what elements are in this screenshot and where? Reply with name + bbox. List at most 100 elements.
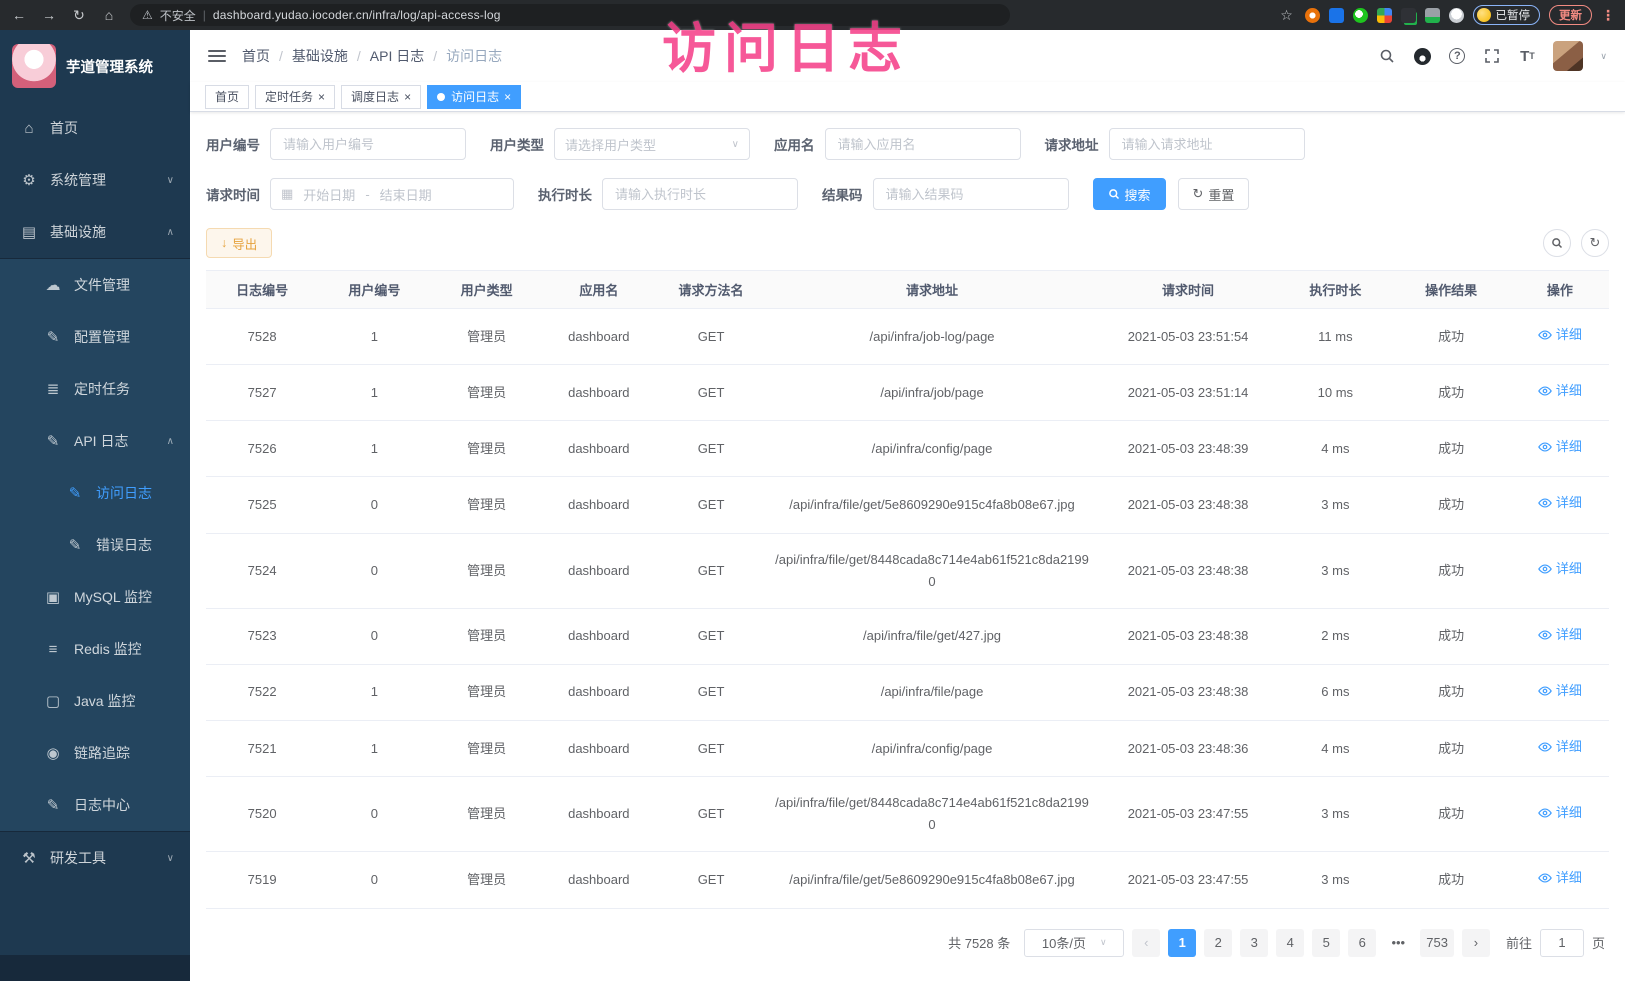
page-button[interactable]: 3 [1240, 929, 1268, 957]
export-button[interactable]: ↓ 导出 [206, 228, 272, 258]
tab-schedule-log[interactable]: 调度日志 × [341, 85, 421, 109]
sidebar-item-redis-monitor[interactable]: ≡ Redis 监控 [0, 623, 190, 675]
address-bar[interactable]: ⚠ 不安全 | dashboard.yudao.iocoder.cn/infra… [130, 4, 1010, 26]
breadcrumb-item[interactable]: 首页 [242, 46, 270, 66]
app-name-cell: dashboard [543, 309, 655, 365]
back-icon[interactable]: ← [10, 7, 28, 23]
page-button[interactable]: 4 [1276, 929, 1304, 957]
app-name-input[interactable] [825, 128, 1021, 160]
paused-badge[interactable]: 已暂停 [1473, 5, 1541, 25]
request-url-input[interactable] [1109, 128, 1305, 160]
close-icon[interactable]: × [504, 91, 511, 103]
page-button[interactable]: 5 [1312, 929, 1340, 957]
bookmark-star-icon[interactable]: ☆ [1278, 7, 1296, 24]
sidebar-item-error-log[interactable]: ✎ 错误日志 [0, 519, 190, 571]
github-icon[interactable] [1413, 47, 1431, 65]
close-icon[interactable]: × [404, 91, 411, 103]
close-icon[interactable]: × [318, 91, 325, 103]
detail-link[interactable]: 详细 [1538, 380, 1582, 402]
calendar-icon: ▦ [281, 186, 293, 202]
duration-cell: 4 ms [1279, 421, 1391, 477]
search-button[interactable]: 搜索 [1093, 178, 1166, 210]
sidebar-item-system[interactable]: ⚙ 系统管理 ∨ [0, 154, 190, 206]
sidebar-item-log-center[interactable]: ✎ 日志中心 [0, 779, 190, 831]
sidebar-item-label: 首页 [50, 118, 78, 138]
extension-icon[interactable] [1305, 8, 1320, 23]
sidebar-item-trace[interactable]: ◉ 链路追踪 [0, 727, 190, 779]
detail-link[interactable]: 详细 [1538, 324, 1582, 346]
user-type-select[interactable]: 请选择用户类型 ∨ [554, 128, 750, 160]
page-button[interactable]: 753 [1420, 929, 1454, 957]
result-code-input[interactable] [873, 178, 1069, 210]
sidebar-item-api-log[interactable]: ✎ API 日志 ∧ [0, 415, 190, 467]
page-button[interactable]: 6 [1348, 929, 1376, 957]
security-label[interactable]: 不安全 [160, 7, 196, 24]
breadcrumb-item[interactable]: API 日志 [370, 46, 424, 66]
update-button[interactable]: 更新 [1549, 5, 1592, 25]
detail-link[interactable]: 详细 [1538, 802, 1582, 824]
sidebar-item-label: 定时任务 [74, 379, 130, 399]
user-id-input[interactable] [270, 128, 466, 160]
result-cell: 成功 [1391, 421, 1510, 477]
sidebar-item-home[interactable]: ⌂ 首页 [0, 102, 190, 154]
forward-icon[interactable]: → [40, 7, 58, 23]
detail-link[interactable]: 详细 [1538, 436, 1582, 458]
url-text[interactable]: dashboard.yudao.iocoder.cn/infra/log/api… [213, 8, 501, 22]
sidebar-item-config-manage[interactable]: ✎ 配置管理 [0, 311, 190, 363]
search-icon [1551, 237, 1563, 249]
tab-home[interactable]: 首页 [205, 85, 249, 109]
reload-icon[interactable]: ↻ [70, 7, 88, 24]
extension-icon[interactable] [1401, 8, 1416, 23]
search-icon[interactable] [1378, 47, 1396, 65]
avatar[interactable] [1553, 41, 1583, 71]
detail-link[interactable]: 详细 [1538, 680, 1582, 702]
sidebar-item-mysql-monitor[interactable]: ▣ MySQL 监控 [0, 571, 190, 623]
date-range-picker[interactable]: ▦ 开始日期 - 结束日期 [270, 178, 514, 210]
col-duration: 执行时长 [1279, 271, 1391, 309]
tab-scheduled-jobs[interactable]: 定时任务 × [255, 85, 335, 109]
extension-icon[interactable] [1377, 8, 1392, 23]
help-icon[interactable]: ? [1448, 47, 1466, 65]
extension-icon[interactable] [1449, 8, 1464, 23]
extension-icon[interactable] [1353, 8, 1368, 23]
detail-link[interactable]: 详细 [1538, 492, 1582, 514]
hamburger-icon[interactable] [208, 50, 226, 62]
toggle-search-button[interactable] [1543, 229, 1571, 257]
extension-icon[interactable] [1425, 8, 1440, 23]
refresh-button[interactable]: ↻ [1581, 229, 1609, 257]
tab-access-log[interactable]: 访问日志 × [427, 85, 521, 109]
chevron-down-icon[interactable]: ∨ [1600, 51, 1607, 62]
result-code-label: 结果码 [822, 184, 863, 204]
browser-extensions-area: ☆ 已暂停 更新 ⋮ [1278, 5, 1616, 25]
duration-input[interactable] [602, 178, 798, 210]
font-size-icon[interactable]: TT [1518, 47, 1536, 65]
sidebar-item-dev-tools[interactable]: ⚒ 研发工具 ∨ [0, 832, 190, 884]
sidebar-item-access-log[interactable]: ✎ 访问日志 [0, 467, 190, 519]
prev-page-button[interactable]: ‹ [1132, 929, 1160, 957]
sidebar-item-file-manage[interactable]: ☁ 文件管理 [0, 259, 190, 311]
sidebar-item-infrastructure[interactable]: ▤ 基础设施 ∧ [0, 206, 190, 258]
detail-link[interactable]: 详细 [1538, 867, 1582, 889]
fullscreen-icon[interactable] [1483, 47, 1501, 65]
more-pages-icon[interactable]: ••• [1384, 929, 1412, 957]
page-button[interactable]: 2 [1204, 929, 1232, 957]
next-page-button[interactable]: › [1462, 929, 1490, 957]
goto-page-input[interactable] [1540, 929, 1584, 957]
eye-icon [1538, 384, 1552, 398]
browser-home-icon[interactable]: ⌂ [100, 7, 118, 23]
extension-icon[interactable] [1329, 8, 1344, 23]
pagination: 共 7528 条 10条/页 ∨ ‹ 1 2 3 4 5 6 ••• 753 ›… [206, 929, 1605, 957]
page-button[interactable]: 1 [1168, 929, 1196, 957]
page-size-select[interactable]: 10条/页 ∨ [1024, 929, 1124, 957]
request-url-cell: /api/infra/file/get/427.jpg [767, 608, 1097, 664]
detail-link[interactable]: 详细 [1538, 736, 1582, 758]
breadcrumb-item[interactable]: 基础设施 [292, 46, 348, 66]
detail-link[interactable]: 详细 [1538, 624, 1582, 646]
sidebar-item-java-monitor[interactable]: ▢ Java 监控 [0, 675, 190, 727]
browser-menu-icon[interactable]: ⋮ [1601, 7, 1615, 24]
logo[interactable]: 芋道管理系统 [0, 30, 190, 102]
method-name-cell: GET [655, 664, 767, 720]
detail-link[interactable]: 详细 [1538, 558, 1582, 580]
reset-button[interactable]: ↻ 重置 [1178, 178, 1250, 210]
sidebar-item-scheduled-jobs[interactable]: ≣ 定时任务 [0, 363, 190, 415]
